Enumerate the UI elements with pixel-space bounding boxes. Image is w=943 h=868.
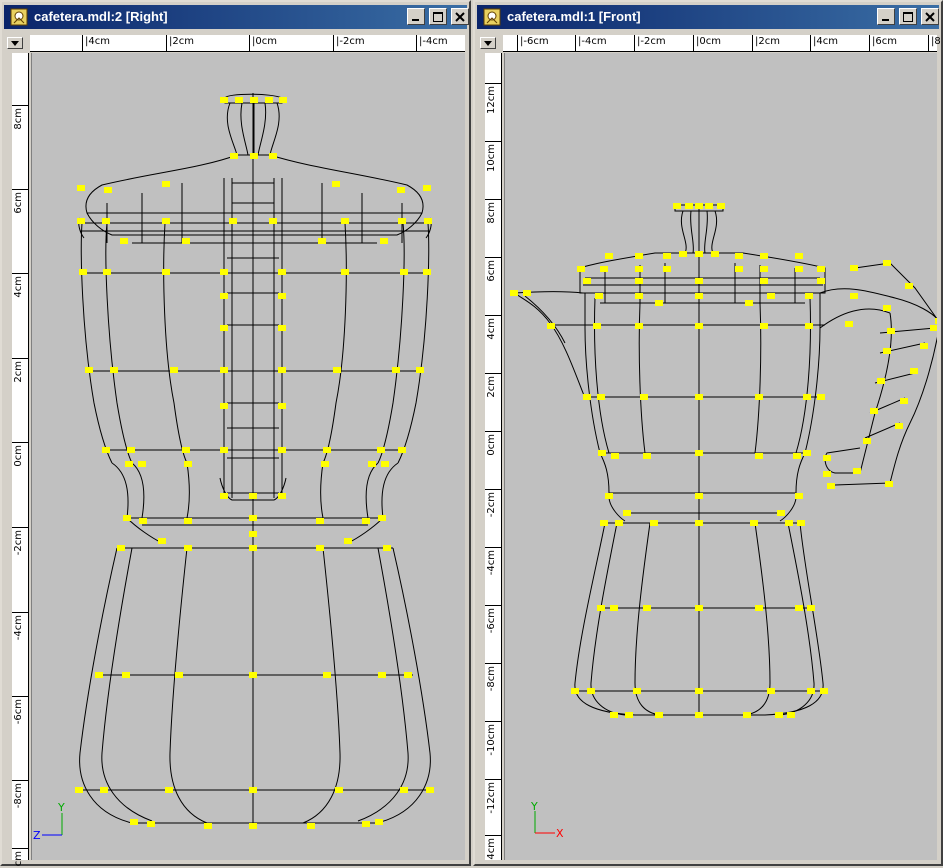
ruler-tick: -4cm — [485, 547, 501, 587]
ruler-tick: |-6cm — [517, 35, 549, 51]
minimize-button[interactable] — [407, 8, 425, 25]
ruler-tick: |8 — [928, 35, 941, 51]
minimize-icon — [412, 18, 419, 21]
front-view-window[interactable]: cafetera.mdl:1 [Front] |-6cm |-4cm |-2cm… — [473, 0, 943, 866]
ruler-tick: 8cm — [485, 199, 501, 239]
axis-gizmo: Y Z — [33, 801, 65, 842]
ruler-tick: 0cm — [12, 442, 28, 482]
maximize-button[interactable] — [429, 8, 447, 25]
axis-gizmo: Y X — [530, 800, 564, 840]
app-icon[interactable] — [10, 8, 28, 26]
ruler-tick: -2cm — [12, 527, 28, 567]
ruler-tick: |0cm — [693, 35, 721, 51]
ruler-tick: |-2cm — [333, 35, 365, 51]
ruler-tick: -4cm — [12, 612, 28, 652]
ruler-tick: -12cm — [485, 779, 501, 819]
window-title: cafetera.mdl:1 [Front] — [507, 9, 641, 24]
horizontal-ruler: |-6cm |-4cm |-2cm |0cm |2cm |4cm |6cm |8 — [503, 35, 941, 52]
viewport-right[interactable]: Y Z — [31, 53, 465, 860]
ruler-tick: 2cm — [485, 373, 501, 413]
ruler-tick: -2cm — [485, 489, 501, 529]
title-bar[interactable]: cafetera.mdl:2 [Right] — [4, 5, 469, 29]
ruler-tick: 4cm — [485, 835, 501, 865]
view-menu-button[interactable] — [480, 37, 496, 49]
maximize-icon — [433, 11, 443, 22]
minimize-icon — [882, 18, 889, 21]
ruler-tick: |4cm — [82, 35, 110, 51]
ruler-tick: |2cm — [752, 35, 780, 51]
ruler-tick: -8cm — [12, 780, 28, 820]
horizontal-ruler: |4cm |2cm |0cm |-2cm |-4cm — [30, 35, 465, 52]
vertical-ruler: 8cm 6cm 4cm 2cm 0cm -2cm -4cm -6cm -8cm … — [12, 53, 29, 866]
close-button[interactable] — [921, 8, 939, 25]
ruler-tick: 6cm — [12, 189, 28, 229]
ruler-tick: -8cm — [485, 663, 501, 703]
axis-h-label: X — [556, 827, 564, 840]
menu-down-arrow-icon — [11, 40, 19, 46]
maximize-button[interactable] — [899, 8, 917, 25]
maximize-icon — [903, 11, 913, 22]
ruler-tick: |2cm — [166, 35, 194, 51]
app-icon[interactable] — [483, 8, 501, 26]
ruler-tick: 0cm — [485, 431, 501, 471]
ruler-tick: 10cm — [485, 141, 501, 181]
ruler-tick: -6cm — [485, 605, 501, 645]
vertical-ruler: 12cm 10cm 8cm 6cm 4cm 2cm 0cm -2cm -4cm … — [485, 53, 502, 860]
axis-h-label: Z — [33, 829, 41, 842]
ruler-tick: cm — [12, 848, 28, 868]
title-bar[interactable]: cafetera.mdl:1 [Front] — [477, 5, 939, 29]
ruler-tick: 12cm — [485, 83, 501, 123]
ruler-tick: 8cm — [12, 105, 28, 145]
ruler-tick: |-4cm — [416, 35, 448, 51]
view-menu-button[interactable] — [7, 37, 23, 49]
close-icon — [925, 11, 935, 22]
ruler-tick: |-4cm — [575, 35, 607, 51]
wireframe-right[interactable]: Y Z — [32, 53, 465, 860]
ruler-tick: |-2cm — [634, 35, 666, 51]
axis-v-label: Y — [57, 801, 65, 814]
ruler-tick: 4cm — [485, 315, 501, 355]
wireframe-front[interactable]: Y X — [505, 53, 937, 860]
right-view-window[interactable]: cafetera.mdl:2 [Right] |4cm |2cm |0cm |-… — [0, 0, 471, 866]
viewport-front[interactable]: Y X — [504, 53, 937, 860]
ruler-tick: -6cm — [12, 696, 28, 736]
menu-down-arrow-icon — [484, 40, 492, 46]
close-button[interactable] — [451, 8, 469, 25]
axis-v-label: Y — [530, 800, 538, 813]
ruler-tick: |0cm — [249, 35, 277, 51]
ruler-tick: |4cm — [810, 35, 838, 51]
window-title: cafetera.mdl:2 [Right] — [34, 9, 168, 24]
minimize-button[interactable] — [877, 8, 895, 25]
ruler-tick: 2cm — [12, 358, 28, 398]
close-icon — [455, 11, 465, 22]
ruler-tick: |6cm — [869, 35, 897, 51]
ruler-tick: -10cm — [485, 721, 501, 761]
ruler-tick: 4cm — [12, 273, 28, 313]
ruler-tick: 6cm — [485, 257, 501, 297]
